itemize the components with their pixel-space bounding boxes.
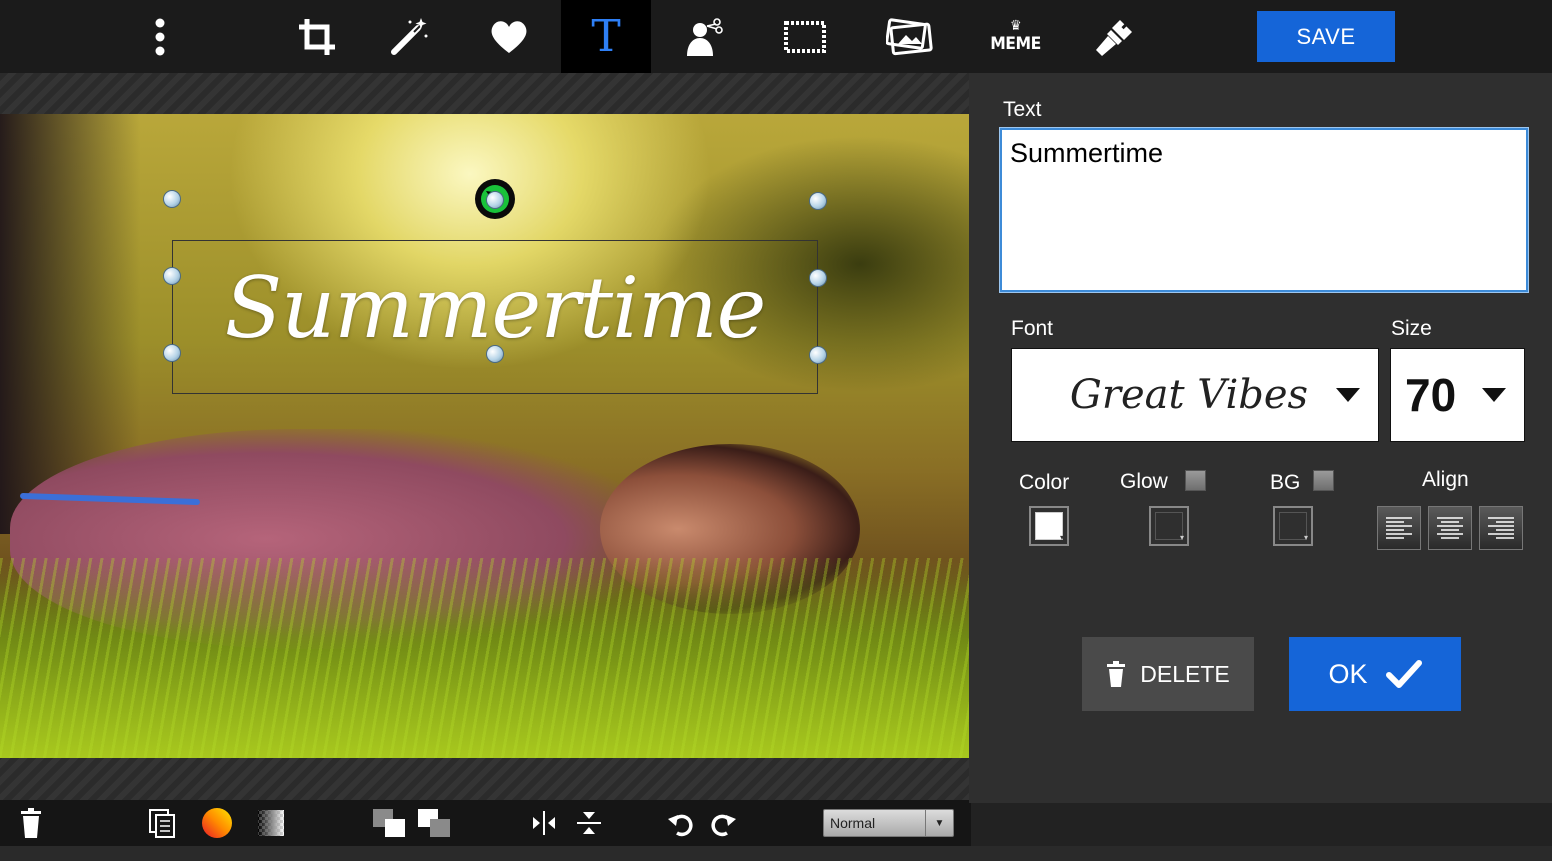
align-left-icon [1386,517,1412,539]
delete-label: DELETE [1140,660,1230,687]
color-gradient-icon [202,808,232,838]
frame-icon [784,20,826,53]
text-tool-button[interactable]: T [561,0,651,73]
transparency-icon [258,810,284,836]
font-value: Great Vibes [1069,372,1309,418]
send-backward-button[interactable] [414,800,454,846]
bg-checkbox[interactable] [1313,470,1334,491]
vertical-dots-icon [155,18,165,55]
duplicate-button[interactable] [145,800,179,846]
align-right-button[interactable] [1479,506,1523,550]
photo-overlay-icon [886,17,933,55]
save-button[interactable]: SAVE [1257,11,1395,62]
redo-icon [711,814,736,837]
glow-checkbox[interactable] [1185,470,1206,491]
effects-button[interactable] [364,0,454,73]
overlay-button[interactable] [865,0,955,73]
color-button[interactable] [199,800,235,846]
editor-canvas: Summertime [0,73,969,800]
crop-icon [299,18,335,55]
more-options-button[interactable] [115,0,205,73]
align-label: Align [1422,468,1469,491]
size-label: Size [1391,317,1432,340]
color-label: Color [1019,471,1070,494]
align-left-button[interactable] [1377,506,1421,550]
text-color-swatch[interactable]: ▾ [1029,506,1069,546]
bring-forward-button[interactable] [369,800,409,846]
chevron-down-icon [1336,388,1360,402]
flip-horizontal-icon [533,811,555,835]
glow-color-swatch[interactable]: ▾ [1149,506,1189,546]
bg-color-swatch[interactable]: ▾ [1273,506,1313,546]
resize-handle-left[interactable] [163,267,181,285]
duplicate-icon [149,809,175,838]
transparency-button[interactable] [253,800,289,846]
font-select[interactable]: Great Vibes [1011,348,1379,442]
chevron-down-icon [1482,388,1506,402]
resize-handle-bottom-right[interactable] [809,346,827,364]
crop-button[interactable] [272,0,362,73]
align-center-icon [1437,517,1463,539]
heart-icon [491,20,527,53]
cutout-button[interactable] [659,0,749,73]
redo-button[interactable] [706,800,740,846]
resize-handle-top-right[interactable] [809,192,827,210]
flip-vertical-button[interactable] [572,800,606,846]
stickers-button[interactable] [464,0,554,73]
undo-icon [668,814,693,837]
text-label: Text [1003,98,1042,121]
trash-icon [21,808,41,838]
flip-vertical-icon [577,812,601,834]
checkmark-icon [1385,660,1422,688]
text-object-bounding-box[interactable]: Summertime [172,240,818,394]
ok-button[interactable]: OK [1289,637,1461,711]
flip-horizontal-button[interactable] [527,800,561,846]
meme-crown-icon: ♛ MEME [990,18,1042,54]
magic-wand-icon [391,17,428,55]
photo-image: Summertime [0,114,969,758]
brush-icon [1096,19,1132,56]
resize-handle-top[interactable] [486,191,504,209]
meme-label: MEME [990,34,1042,54]
text-content-input[interactable]: Summertime [1000,128,1528,292]
trash-icon [1107,661,1126,687]
ok-label: OK [1328,658,1368,689]
text-icon: T [591,10,621,62]
font-label: Font [1011,317,1054,340]
resize-handle-right[interactable] [809,269,827,287]
send-backward-icon [418,809,450,837]
align-right-icon [1488,517,1514,539]
draw-button[interactable] [1070,0,1160,73]
meme-button[interactable]: ♛ MEME [971,0,1061,73]
blend-mode-select[interactable]: Normal ▼ [823,809,954,837]
text-properties-panel: Text Summertime Font Size Great Vibes 70… [969,73,1552,803]
object-toolbar: Normal ▼ [0,800,971,846]
resize-handle-top-left[interactable] [163,190,181,208]
resize-handle-bottom-left[interactable] [163,344,181,362]
delete-object-button[interactable] [14,800,48,846]
glow-label: Glow [1120,470,1168,493]
person-scissors-icon [687,17,723,56]
size-select[interactable]: 70 [1390,348,1525,442]
delete-button[interactable]: DELETE [1082,637,1254,711]
size-value: 70 [1405,369,1457,421]
bg-label: BG [1270,471,1301,494]
bring-forward-icon [373,809,405,837]
overlay-text[interactable]: Summertime [173,259,817,357]
resize-handle-bottom[interactable] [486,345,504,363]
chevron-down-icon: ▼ [925,810,953,836]
blend-mode-value: Normal [830,815,876,831]
top-toolbar: T ♛ MEME SAVE [0,0,1552,73]
undo-button[interactable] [664,800,698,846]
align-center-button[interactable] [1428,506,1472,550]
frames-button[interactable] [760,0,850,73]
